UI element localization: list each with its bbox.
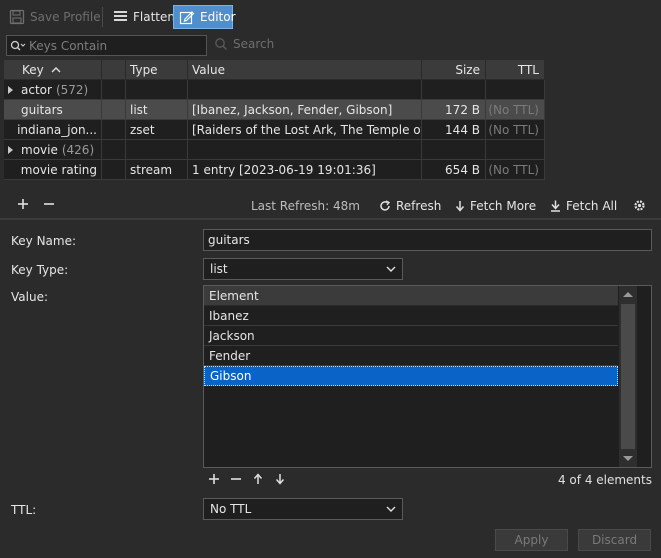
key-type-label: Key Type: bbox=[11, 263, 69, 277]
arrow-down-icon bbox=[275, 473, 285, 485]
add-key-button[interactable] bbox=[17, 198, 29, 210]
column-header-key[interactable]: Key bbox=[4, 60, 102, 79]
key-name-input[interactable]: guitars bbox=[203, 229, 652, 251]
key-type-select[interactable]: list bbox=[203, 258, 403, 280]
column-header-ttl[interactable]: TTL bbox=[486, 60, 545, 79]
fetch-all-button[interactable]: Fetch All bbox=[550, 199, 617, 213]
list-item[interactable]: Jackson bbox=[204, 326, 618, 346]
refresh-button[interactable]: Refresh bbox=[379, 199, 441, 213]
discard-button[interactable]: Discard bbox=[578, 529, 651, 551]
download-icon bbox=[550, 200, 561, 212]
element-list: Element Ibanez Jackson Fender Gibson bbox=[203, 285, 652, 468]
flatten-label: Flatten bbox=[133, 10, 175, 24]
search-button[interactable]: Search bbox=[214, 37, 274, 51]
fetch-more-button[interactable]: Fetch More bbox=[455, 199, 536, 213]
list-icon bbox=[113, 10, 128, 24]
search-icon bbox=[214, 37, 228, 51]
column-header-value[interactable]: Value bbox=[188, 60, 422, 79]
minus-icon bbox=[43, 198, 55, 210]
chevron-down-icon bbox=[386, 506, 396, 512]
toolbar: Save Profile Flatten Editor bbox=[0, 0, 661, 34]
scroll-up-arrow-icon[interactable] bbox=[623, 292, 633, 297]
table-header: Key Type Value Size TTL bbox=[4, 60, 545, 80]
table-row[interactable]: actor (572) bbox=[4, 80, 545, 100]
table-row[interactable]: guitars list [Ibanez, Jackson, Fender, G… bbox=[4, 100, 545, 120]
element-column-header[interactable]: Element bbox=[204, 286, 618, 306]
save-profile-button[interactable]: Save Profile bbox=[4, 5, 106, 29]
table-row[interactable]: indiana_jon... zset [Raiders of the Lost… bbox=[4, 120, 545, 140]
settings-button[interactable] bbox=[633, 199, 646, 212]
search-label: Search bbox=[233, 37, 275, 51]
remove-key-button[interactable] bbox=[43, 198, 55, 210]
edit-icon bbox=[179, 9, 195, 25]
gear-icon bbox=[633, 199, 646, 212]
arrow-up-icon bbox=[253, 473, 263, 485]
last-refresh-label: Last Refresh: 48m bbox=[251, 199, 360, 213]
value-label: Value: bbox=[11, 290, 48, 304]
list-item[interactable]: Gibson bbox=[204, 366, 618, 386]
column-header-type[interactable]: Type bbox=[126, 60, 188, 79]
ttl-select[interactable]: No TTL bbox=[203, 498, 403, 520]
sort-ascending-icon bbox=[51, 66, 61, 73]
move-up-button[interactable] bbox=[253, 473, 263, 485]
arrow-down-icon bbox=[455, 200, 465, 212]
toolbar-separator bbox=[102, 7, 103, 27]
save-icon bbox=[9, 9, 25, 25]
remove-element-button[interactable] bbox=[230, 473, 242, 485]
keys-table: Key Type Value Size TTL actor (572) guita… bbox=[4, 60, 545, 180]
move-down-button[interactable] bbox=[275, 473, 285, 485]
chevron-down-icon bbox=[386, 266, 396, 272]
add-element-button[interactable] bbox=[208, 473, 220, 485]
editor-label: Editor bbox=[200, 10, 236, 24]
table-row[interactable]: movie rating stream 1 entry [2023-06-19 … bbox=[4, 160, 545, 180]
ttl-label: TTL: bbox=[11, 503, 37, 517]
pane-divider[interactable] bbox=[0, 218, 661, 220]
column-header-size[interactable]: Size bbox=[422, 60, 486, 79]
apply-button[interactable]: Apply bbox=[495, 529, 568, 551]
scrollbar-thumb[interactable] bbox=[621, 304, 635, 449]
expand-arrow-icon[interactable] bbox=[8, 145, 13, 154]
list-item[interactable]: Fender bbox=[204, 346, 618, 366]
column-header-spacer bbox=[102, 60, 126, 79]
scroll-down-arrow-icon[interactable] bbox=[623, 456, 633, 461]
key-name-label: Key Name: bbox=[11, 234, 77, 248]
search-filter-icon[interactable] bbox=[7, 40, 26, 52]
table-action-bar: Last Refresh: 48m Refresh Fetch More Fet… bbox=[0, 195, 661, 217]
keys-contain-input[interactable] bbox=[26, 38, 196, 53]
plus-icon bbox=[208, 473, 220, 485]
save-profile-label: Save Profile bbox=[30, 10, 101, 24]
vertical-scrollbar[interactable] bbox=[619, 286, 637, 467]
table-row[interactable]: movie (426) bbox=[4, 140, 545, 160]
minus-icon bbox=[230, 473, 242, 485]
plus-icon bbox=[17, 198, 29, 210]
element-count: 4 of 4 elements bbox=[557, 473, 652, 487]
flatten-button[interactable]: Flatten bbox=[108, 5, 180, 29]
list-item[interactable]: Ibanez bbox=[204, 306, 618, 326]
expand-arrow-icon[interactable] bbox=[8, 85, 13, 94]
refresh-icon bbox=[379, 200, 391, 212]
editor-button[interactable]: Editor bbox=[173, 5, 236, 29]
key-filter bbox=[6, 35, 207, 56]
